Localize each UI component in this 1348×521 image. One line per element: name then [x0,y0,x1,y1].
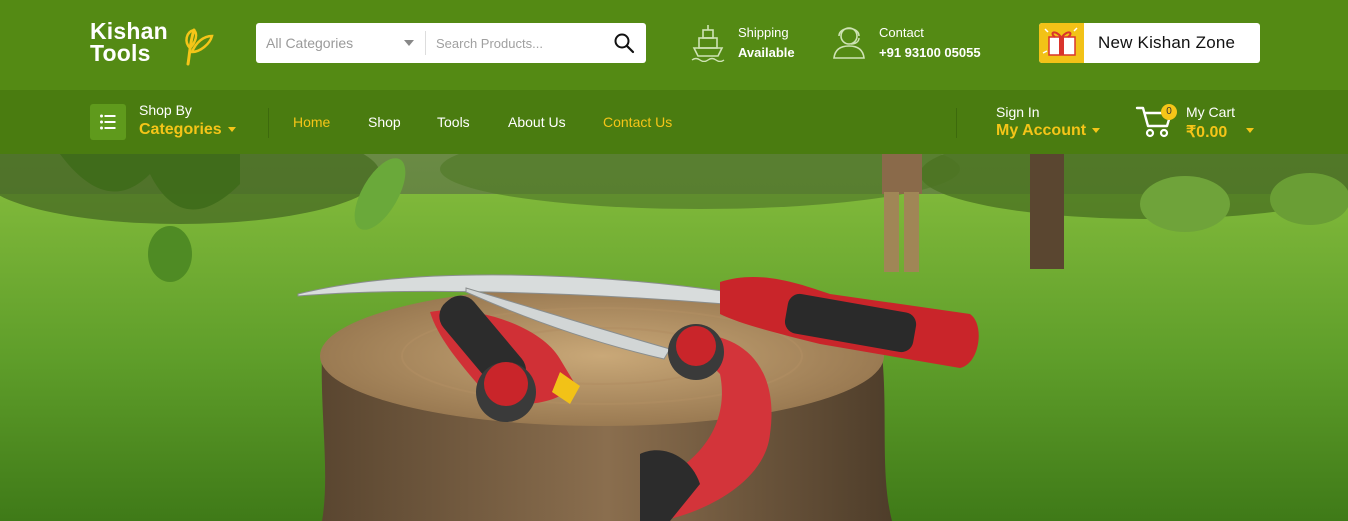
logo-text: Kishan Tools [90,18,168,66]
new-kishan-zone-button[interactable]: New Kishan Zone [1039,23,1260,63]
contact-phone[interactable]: +91 93100 05055 [879,45,981,60]
nav-link-shop[interactable]: Shop [368,114,401,130]
ship-icon [691,25,725,62]
category-select-label: All Categories [266,35,354,51]
support-agent-icon [833,27,865,59]
zone-button-label: New Kishan Zone [1098,33,1236,52]
search-input[interactable] [428,27,603,59]
hero-image [0,154,1348,521]
nav-link-contact-us[interactable]: Contact Us [603,114,672,130]
nav-divider [956,108,957,138]
sign-in-label[interactable]: Sign In [996,104,1040,120]
search-icon[interactable] [612,31,636,55]
nav-link-tools[interactable]: Tools [437,114,470,130]
nav-link-about-us[interactable]: About Us [508,114,566,130]
top-header: Kishan Tools All Categories Shipping [0,0,1348,90]
category-select[interactable]: All Categories [266,23,426,63]
my-account-label: My Account [996,122,1087,139]
shipping-info: Shipping Available [690,22,810,66]
hero-banner [0,154,1348,521]
leaf-icon [185,28,214,66]
main-navigation: Shop By Categories Home Shop Tools About… [0,90,1348,154]
shipping-label: Shipping [738,25,789,40]
my-account-dropdown[interactable]: My Account [996,122,1101,140]
nav-link-home[interactable]: Home [293,114,330,130]
logo-line-1: Kishan [90,18,168,44]
list-icon [100,114,116,130]
shipping-value: Available [738,45,795,60]
nav-divider [268,108,269,138]
chevron-down-icon [1092,128,1101,134]
chevron-down-icon[interactable] [1246,128,1254,133]
categories-menu-button[interactable] [90,104,126,140]
cart-total[interactable]: ₹0.00 [1186,122,1227,142]
shop-by-label: Shop By [139,102,192,118]
gift-icon [1039,23,1084,63]
chevron-down-icon [227,127,236,133]
contact-label: Contact [879,25,924,40]
search-divider [425,31,426,55]
logo[interactable]: Kishan Tools [90,20,220,70]
chevron-down-icon [404,40,414,46]
categories-dropdown[interactable]: Categories [139,121,236,139]
logo-line-2: Tools [90,40,151,66]
contact-info: Contact +91 93100 05055 [831,22,1001,66]
search-bar: All Categories [256,23,646,63]
categories-label: Categories [139,121,222,138]
cart-title[interactable]: My Cart [1186,104,1235,120]
cart-count-badge: 0 [1161,104,1177,120]
